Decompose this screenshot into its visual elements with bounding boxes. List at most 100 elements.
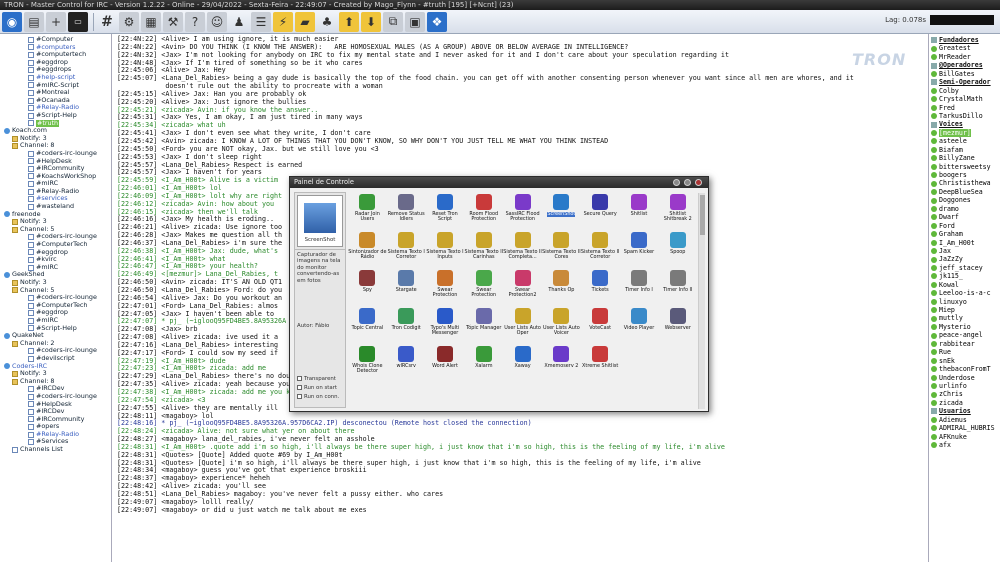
script-item[interactable]: VoteCast: [581, 307, 620, 345]
group-toggle-icon[interactable]: [931, 62, 937, 69]
nick-item[interactable]: BillyZane: [929, 154, 1000, 162]
nick-item[interactable]: ADMIRAL_HUBRIS: [929, 424, 1000, 432]
group-toggle-icon[interactable]: [931, 408, 937, 415]
help-icon[interactable]: ?: [185, 11, 205, 32]
nick-item[interactable]: jeff_stacey: [929, 264, 1000, 272]
folder-icon[interactable]: ▰: [295, 11, 315, 32]
nick-item[interactable]: Kowal: [929, 281, 1000, 289]
script-item[interactable]: ScreenShot: [542, 193, 581, 231]
close-icon[interactable]: [695, 179, 702, 186]
script-item[interactable]: Spy: [348, 269, 387, 307]
nick-item[interactable]: BillGates: [929, 70, 1000, 78]
nick-item[interactable]: muttly: [929, 314, 1000, 322]
tree-item[interactable]: Channels List: [0, 445, 111, 454]
nick-item[interactable]: boogers: [929, 171, 1000, 179]
script-item[interactable]: Remove Status Idlers: [387, 193, 426, 231]
tree-item[interactable]: freenode: [0, 210, 111, 219]
tree-item[interactable]: Notify: 3: [0, 370, 111, 378]
tron-logo-icon[interactable]: ▭: [68, 11, 88, 32]
nick-item[interactable]: I_Am_H00t: [929, 239, 1000, 247]
nick-item[interactable]: Underdose: [929, 374, 1000, 382]
option-checkbox[interactable]: Transparent: [295, 374, 345, 383]
nick-item[interactable]: Adiemus: [929, 416, 1000, 424]
script-item[interactable]: Xmemoserv 2: [542, 345, 581, 383]
tree-item[interactable]: QuakeNet: [0, 332, 111, 340]
tree-item[interactable]: GeekShed: [0, 271, 111, 279]
nick-item[interactable]: Biafam: [929, 146, 1000, 154]
nick-item[interactable]: DeepBlueSea: [929, 188, 1000, 196]
script-item[interactable]: Xalarm: [464, 345, 503, 383]
script-item[interactable]: Tickets: [581, 269, 620, 307]
nick-group-header[interactable]: Voices: [929, 120, 1000, 128]
scrollbar-thumb[interactable]: [700, 195, 705, 235]
checkbox-icon[interactable]: [297, 385, 302, 390]
script-item[interactable]: Swear Protection2: [503, 269, 542, 307]
nick-group-header[interactable]: @Operadores: [929, 61, 1000, 69]
nick-item[interactable]: [mezmur]: [929, 128, 1000, 138]
group-toggle-icon[interactable]: [931, 121, 937, 128]
script-item[interactable]: Sistema Texto I Inputs: [426, 231, 465, 269]
tree-item[interactable]: Koach.com: [0, 127, 111, 135]
nick-item[interactable]: Jax: [929, 247, 1000, 255]
nick-item[interactable]: Rue: [929, 348, 1000, 356]
nick-item[interactable]: dramo: [929, 205, 1000, 213]
group-toggle-icon[interactable]: [931, 79, 937, 86]
tree-item[interactable]: Coders-IRC: [0, 362, 111, 371]
script-item[interactable]: Sistema Texto II Cores: [542, 231, 581, 269]
nick-item[interactable]: Ford: [929, 222, 1000, 230]
person-icon[interactable]: ♟: [229, 12, 249, 32]
nick-item[interactable]: peace-angel: [929, 331, 1000, 339]
script-item[interactable]: SassIRC Flood Protection: [503, 193, 542, 231]
up-arrow-icon[interactable]: ⬆: [339, 11, 359, 32]
nick-item[interactable]: Colby: [929, 87, 1000, 95]
nick-item[interactable]: jk115_: [929, 272, 1000, 280]
script-item[interactable]: Sistema Texto I Corretor: [387, 231, 426, 269]
nick-item[interactable]: linuxyo: [929, 298, 1000, 306]
group-toggle-icon[interactable]: [931, 37, 937, 44]
option-checkbox[interactable]: Run on conn.: [295, 392, 345, 401]
nick-item[interactable]: Graham: [929, 230, 1000, 238]
script-item[interactable]: Xtreme ShitIist: [581, 345, 620, 383]
network-icon[interactable]: ⧉: [383, 11, 403, 32]
nick-item[interactable]: urlinfo: [929, 382, 1000, 390]
script-item[interactable]: Xaway: [503, 345, 542, 383]
script-item[interactable]: Topic Central: [348, 307, 387, 345]
dialog-titlebar[interactable]: Painel de Controle: [290, 177, 708, 188]
nick-item[interactable]: thebaconFromT: [929, 365, 1000, 373]
nick-group-header[interactable]: Fundadores: [929, 36, 1000, 44]
apps-icon[interactable]: ❖: [427, 11, 447, 32]
nick-item[interactable]: zChris: [929, 390, 1000, 398]
script-item[interactable]: Sintonizador de Rádio: [348, 231, 387, 269]
nick-item[interactable]: AFKnuke: [929, 433, 1000, 441]
checkbox-icon[interactable]: [297, 394, 302, 399]
script-item[interactable]: Typo's Multi Messenger: [426, 307, 465, 345]
nick-item[interactable]: Leeloo-is-a-c: [929, 289, 1000, 297]
script-item[interactable]: Word Alert: [426, 345, 465, 383]
script-item[interactable]: Swear Protection: [464, 269, 503, 307]
script-item[interactable]: Tron Codigit: [387, 307, 426, 345]
nick-item[interactable]: Doggones: [929, 196, 1000, 204]
script-item[interactable]: Whois Clone Detector: [348, 345, 387, 383]
script-item[interactable]: Timer Info I: [620, 269, 659, 307]
script-item[interactable]: Sistema Texto II Completa...: [503, 231, 542, 269]
lightning-icon[interactable]: ⚡: [273, 11, 293, 32]
nick-item[interactable]: MrReader: [929, 53, 1000, 61]
nick-item[interactable]: Christisthewa: [929, 179, 1000, 187]
script-item[interactable]: User Lists Auto Voicer: [542, 307, 581, 345]
script-item[interactable]: Swear Protection: [426, 269, 465, 307]
script-item[interactable]: Reset Tron Script: [426, 193, 465, 231]
nick-item[interactable]: Dwarf: [929, 213, 1000, 221]
nick-item[interactable]: JaZzZy: [929, 255, 1000, 263]
script-item[interactable]: Stargate: [387, 269, 426, 307]
nick-item[interactable]: afx: [929, 441, 1000, 449]
windows-icon[interactable]: ▦: [141, 11, 161, 32]
script-item[interactable]: ShitIist Shitbreak 2: [658, 193, 697, 231]
plus-icon[interactable]: +: [46, 11, 66, 32]
tree-item[interactable]: Notify: 3: [0, 278, 111, 287]
nick-item[interactable]: bittersweetsy: [929, 163, 1000, 171]
nick-item[interactable]: Miep: [929, 306, 1000, 314]
tree-icon[interactable]: ♣: [317, 12, 337, 32]
user-icon[interactable]: ☺: [207, 11, 227, 32]
script-item[interactable]: Spoop: [658, 231, 697, 269]
minimize-icon[interactable]: [673, 179, 680, 186]
